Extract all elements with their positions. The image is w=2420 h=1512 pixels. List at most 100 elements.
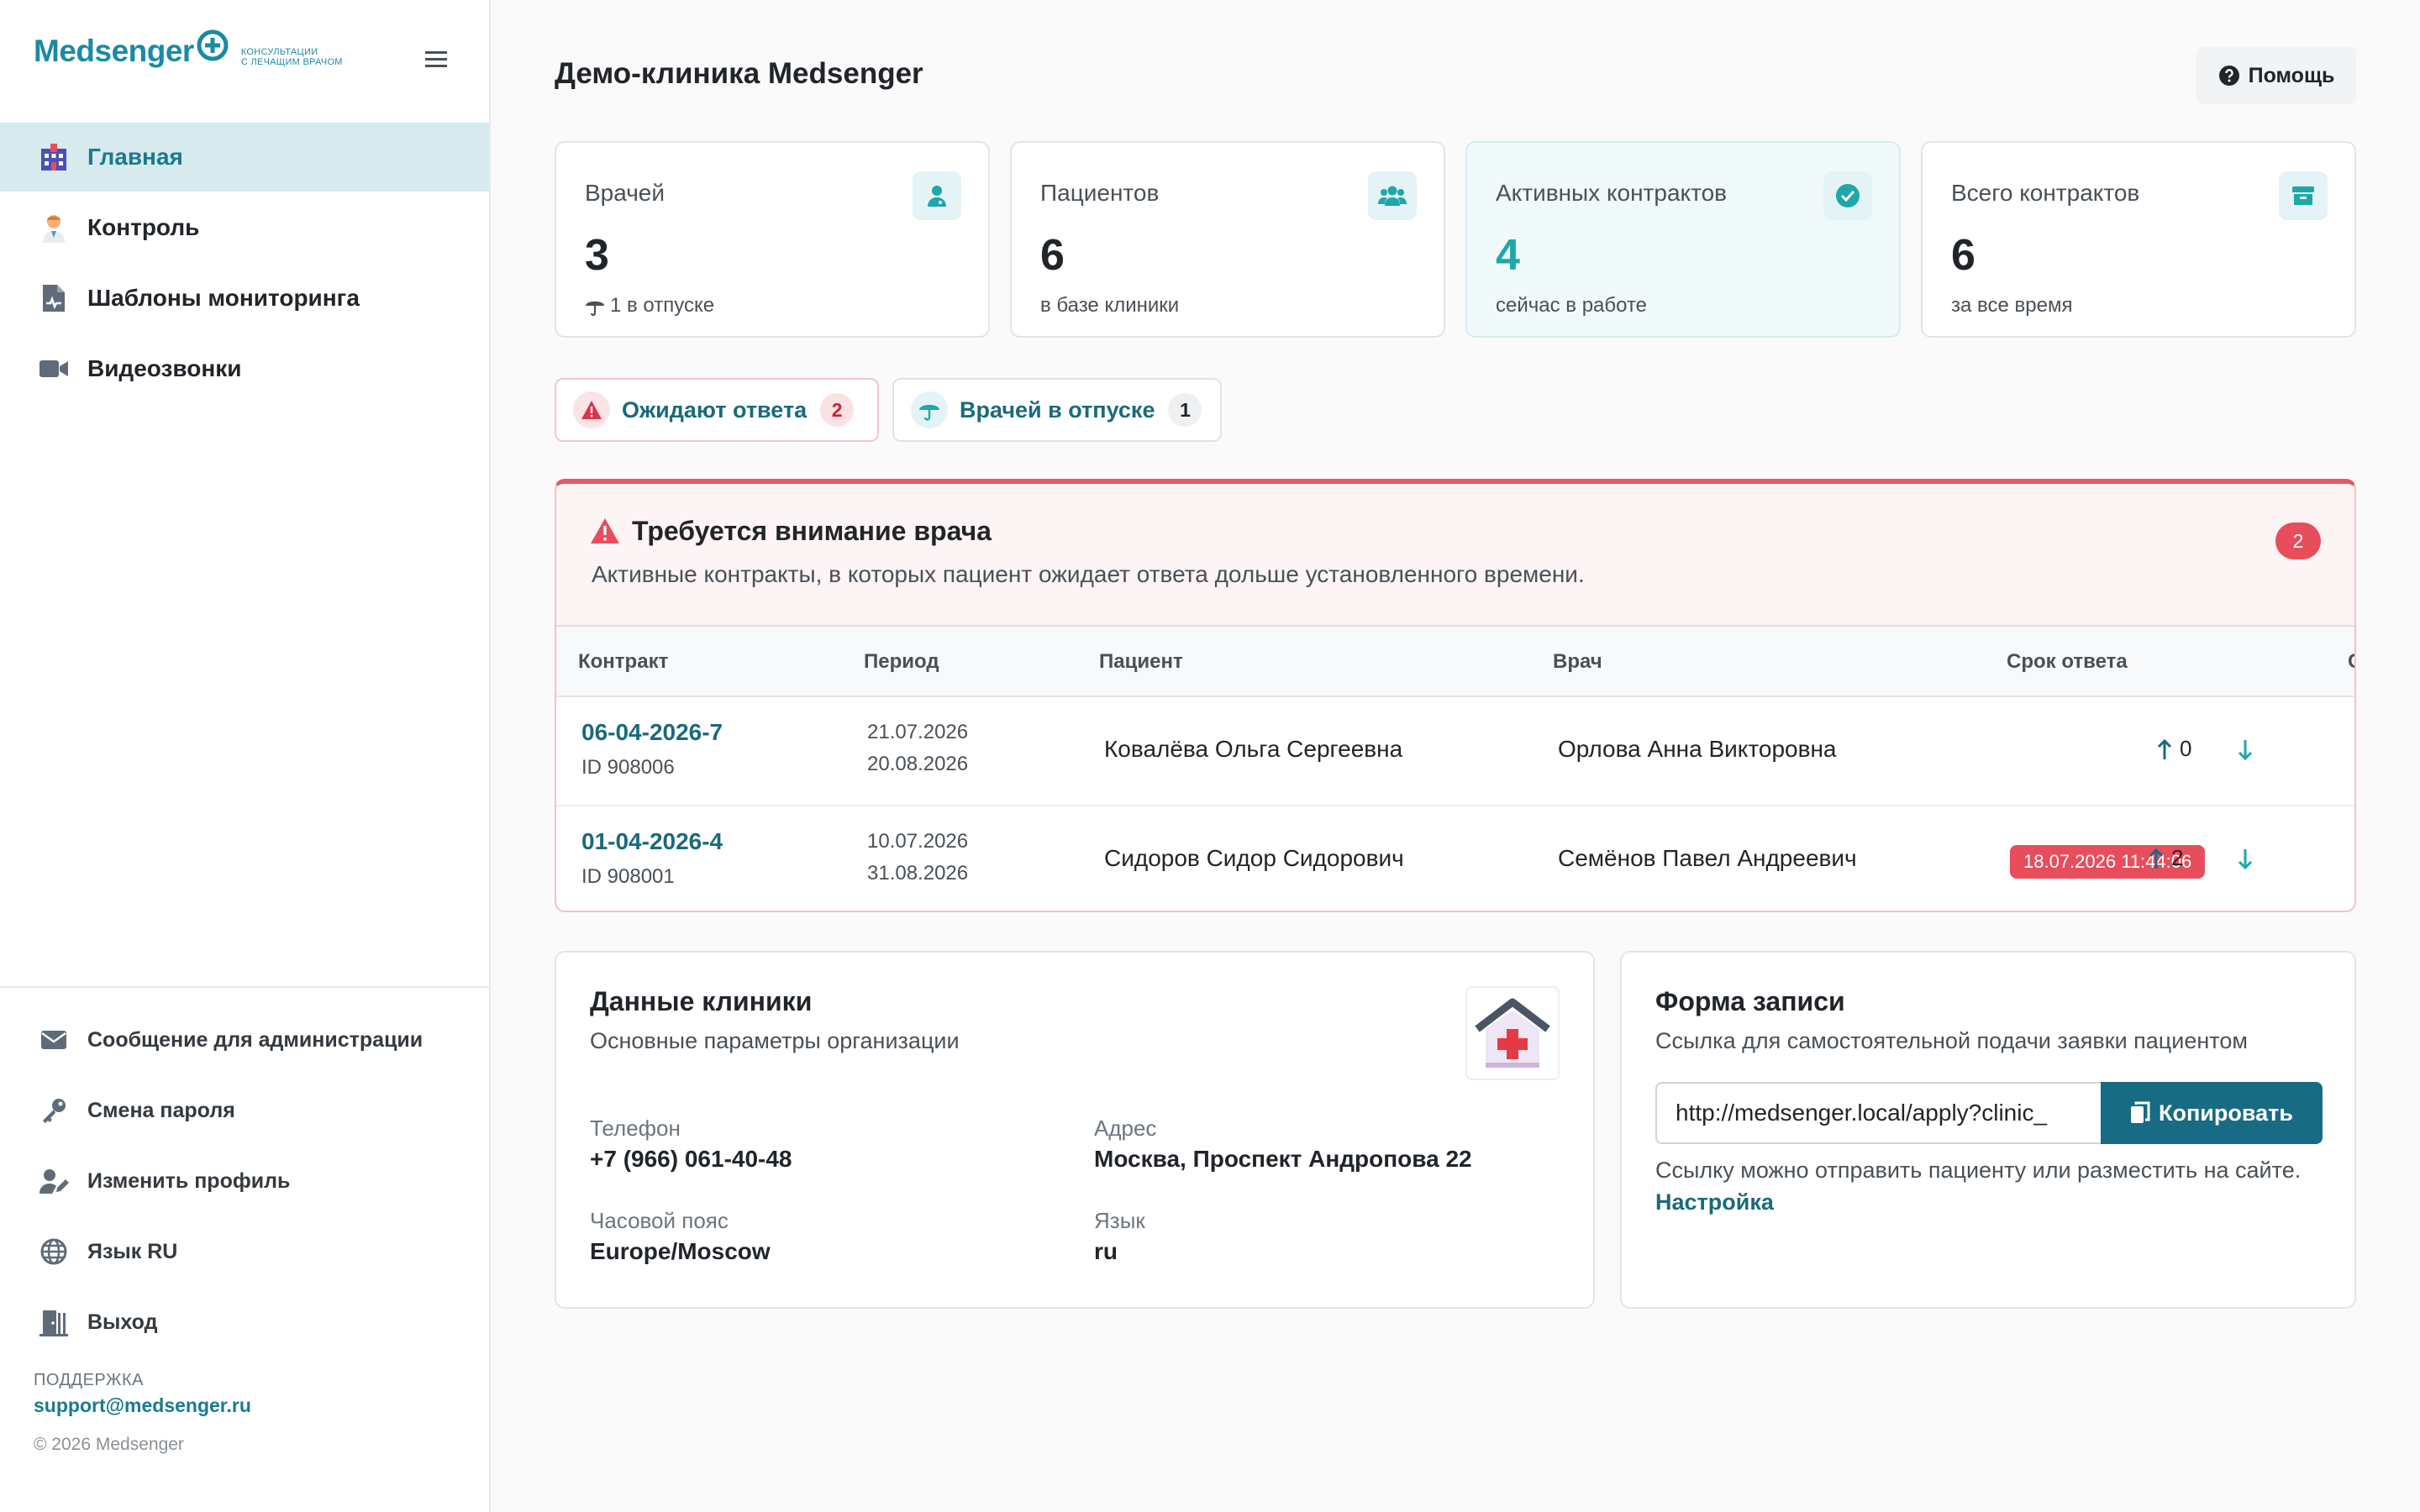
nav-label: Язык RU: [87, 1239, 178, 1263]
page-title: Демо-клиника Medsenger: [555, 57, 923, 90]
nav-item-home[interactable]: Главная: [0, 123, 489, 192]
period-end: 20.08.2026: [867, 753, 969, 775]
stat-card-doctors[interactable]: Врачей 3 1 в отпуске: [555, 141, 990, 338]
stat-card-active-contracts[interactable]: Активных контрактов 4 сейчас в работе: [1465, 141, 1901, 338]
stat-sub: в базе клиники: [1040, 294, 1180, 317]
column-header[interactable]: Врач: [1553, 650, 1602, 674]
table-row[interactable]: 01-04-2026-4 ID 908001 10.07.2026 31.08.…: [556, 806, 2354, 911]
alert-title: Требуется внимание врача: [632, 516, 992, 546]
apply-link-input[interactable]: http://medsenger.local/apply?clinic_: [1655, 1082, 2106, 1144]
secondary-nav: Сообщение для администрации Смена пароля…: [0, 1005, 489, 1357]
stat-value: 6: [1951, 231, 1975, 280]
contract-link[interactable]: 01-04-2026-4: [581, 828, 723, 855]
chip-label: Ожидают ответа: [622, 396, 808, 423]
nav-item-edit-profile[interactable]: Изменить профиль: [0, 1146, 489, 1216]
stat-sub: за все время: [1951, 294, 2073, 317]
warning-icon: [590, 517, 620, 544]
card-subtitle: Основные параметры организации: [590, 1028, 960, 1053]
nav-label: Шаблоны мониторинга: [87, 285, 360, 311]
arrow-up-icon: [2157, 738, 2172, 759]
period-end: 31.08.2026: [867, 862, 969, 885]
nav-item-language[interactable]: Язык RU: [0, 1216, 489, 1287]
table-row[interactable]: 06-04-2026-7 ID 908006 21.07.2026 20.08.…: [556, 697, 2354, 806]
main-nav: Главная Контроль Шаблоны мониторинга Вид…: [0, 123, 489, 405]
nav-label: Видеозвонки: [87, 355, 242, 381]
nav-item-control[interactable]: Контроль: [0, 193, 489, 262]
question-circle-icon: [2218, 65, 2240, 87]
filter-doctors-vacation[interactable]: Врачей в отпуске 1: [892, 378, 1222, 442]
door-exit-icon: [37, 1305, 71, 1339]
logo-word: Medsenger: [34, 34, 194, 68]
envelope-icon: [37, 1023, 71, 1057]
stat-label: Активных контрактов: [1496, 180, 1728, 206]
doctor-name: Орлова Анна Викторовна: [1558, 736, 1837, 762]
logo-tagline-2: с лечащим врачом: [240, 57, 343, 67]
sidebar: Medsenger консультации с лечащим врачом …: [0, 0, 491, 1512]
timezone-label: Часовой пояс: [590, 1208, 729, 1233]
contract-id: ID 908001: [581, 865, 675, 888]
nav-label: Выход: [87, 1310, 158, 1334]
stat-sub: сейчас в работе: [1496, 294, 1648, 317]
column-header[interactable]: Период: [864, 650, 939, 674]
umbrella-icon: [585, 296, 605, 316]
support-email-link[interactable]: support@medsenger.ru: [34, 1394, 251, 1417]
key-icon: [37, 1094, 71, 1127]
language-label: Язык: [1094, 1208, 1145, 1233]
column-header[interactable]: Срок ответа: [2007, 650, 2128, 674]
stat-sub: 1 в отпуске: [585, 294, 714, 318]
umbrella-icon: [911, 391, 948, 428]
clinic-data-card: Данные клиники Основные параметры органи…: [555, 951, 1595, 1309]
chip-count-badge: 1: [1168, 393, 1202, 427]
column-header[interactable]: Пациент: [1099, 650, 1183, 674]
nav-label: Контроль: [87, 214, 200, 240]
outgoing-count: 0: [2156, 736, 2191, 762]
settings-link[interactable]: Настройка: [1655, 1189, 1774, 1215]
card-subtitle: Ссылка для самостоятельной подачи заявки…: [1655, 1028, 2248, 1053]
copy-label: Копировать: [2159, 1100, 2293, 1126]
timezone-value: Europe/Moscow: [590, 1238, 771, 1264]
copy-button[interactable]: Копировать: [2101, 1082, 2323, 1144]
user-edit-icon: [37, 1164, 71, 1198]
phone-value: +7 (966) 061-40-48: [590, 1146, 792, 1172]
nav-item-change-password[interactable]: Смена пароля: [0, 1075, 489, 1146]
nav-label: Главная: [87, 144, 183, 170]
contract-id: ID 908006: [581, 756, 675, 779]
warning-icon: [573, 391, 610, 428]
nav-item-templates[interactable]: Шаблоны мониторинга: [0, 264, 489, 333]
column-header[interactable]: Контракт: [578, 650, 668, 674]
table-header: Контракт Период Пациент Врач Срок ответа…: [556, 627, 2354, 697]
card-title: Данные клиники: [590, 986, 813, 1016]
outgoing-count-value: 2: [2171, 845, 2184, 870]
patient-name: Сидоров Сидор Сидорович: [1104, 845, 1404, 871]
card-title: Форма записи: [1655, 986, 1845, 1016]
stat-value: 3: [585, 231, 609, 280]
logo-plus-icon: [196, 29, 229, 62]
period-start: 21.07.2026: [867, 721, 969, 743]
stat-sub-text: 1 в отпуске: [610, 294, 715, 317]
user-doctor-icon: [913, 171, 961, 220]
hospital-icon: [37, 140, 71, 174]
chip-count-badge: 2: [820, 393, 855, 427]
logo-tagline-1: консультации: [240, 47, 318, 57]
column-header[interactable]: С: [2348, 650, 2354, 674]
help-button[interactable]: Помощь: [2196, 47, 2356, 104]
stat-label: Пациентов: [1040, 180, 1160, 206]
stat-card-patients[interactable]: Пациентов 6 в базе клиники: [1010, 141, 1445, 338]
contract-link[interactable]: 06-04-2026-7: [581, 719, 723, 746]
attention-required-card: Требуется внимание врача Активные контра…: [555, 479, 2356, 912]
outgoing-count: 2: [2148, 845, 2183, 871]
copy-icon: [2131, 1101, 2150, 1123]
nav-item-logout[interactable]: Выход: [0, 1287, 489, 1357]
nav-item-video[interactable]: Видеозвонки: [0, 334, 489, 403]
stat-card-total-contracts[interactable]: Всего контрактов 6 за все время: [1921, 141, 2356, 338]
support-label: ПОДДЕРЖКА: [34, 1371, 144, 1389]
alert-description: Активные контракты, в которых пациент ож…: [592, 561, 1585, 587]
filter-awaiting-reply[interactable]: Ожидают ответа 2: [555, 378, 879, 442]
patient-name: Ковалёва Ольга Сергеевна: [1104, 736, 1403, 762]
nav-label: Сообщение для администрации: [87, 1027, 424, 1052]
nav-label: Смена пароля: [87, 1098, 235, 1122]
arrow-up-icon: [2149, 848, 2164, 869]
menu-toggle-icon[interactable]: [424, 49, 449, 71]
nav-item-admin-message[interactable]: Сообщение для администрации: [0, 1005, 489, 1075]
logo[interactable]: Medsenger консультации с лечащим врачом: [34, 29, 343, 69]
